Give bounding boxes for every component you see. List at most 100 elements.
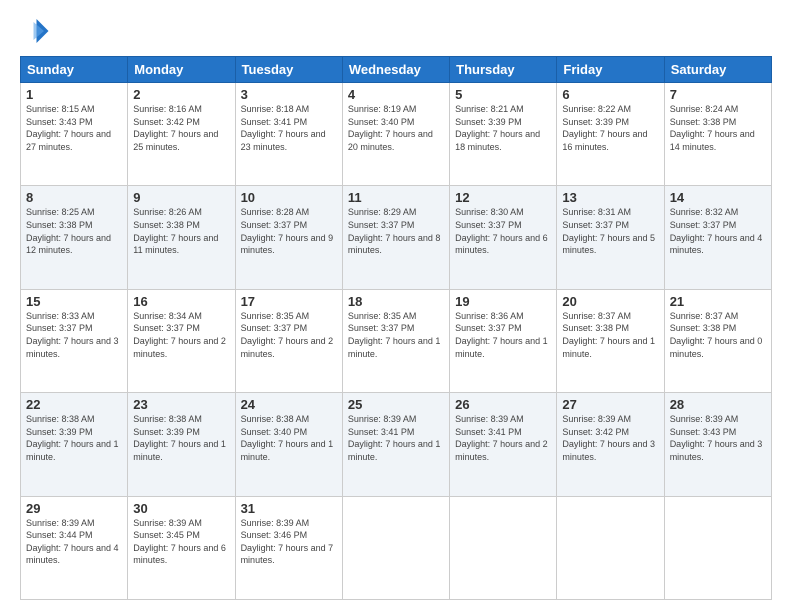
day-number: 26 xyxy=(455,397,551,412)
calendar-cell: 23 Sunrise: 8:38 AMSunset: 3:39 PMDaylig… xyxy=(128,393,235,496)
calendar-cell: 6 Sunrise: 8:22 AMSunset: 3:39 PMDayligh… xyxy=(557,83,664,186)
day-info: Sunrise: 8:35 AMSunset: 3:37 PMDaylight:… xyxy=(348,310,444,360)
day-number: 10 xyxy=(241,190,337,205)
day-info: Sunrise: 8:26 AMSunset: 3:38 PMDaylight:… xyxy=(133,206,229,256)
day-number: 9 xyxy=(133,190,229,205)
day-info: Sunrise: 8:30 AMSunset: 3:37 PMDaylight:… xyxy=(455,206,551,256)
calendar-cell: 7 Sunrise: 8:24 AMSunset: 3:38 PMDayligh… xyxy=(664,83,771,186)
day-number: 13 xyxy=(562,190,658,205)
calendar-cell: 17 Sunrise: 8:35 AMSunset: 3:37 PMDaylig… xyxy=(235,289,342,392)
day-info: Sunrise: 8:33 AMSunset: 3:37 PMDaylight:… xyxy=(26,310,122,360)
day-number: 7 xyxy=(670,87,766,102)
calendar-cell: 29 Sunrise: 8:39 AMSunset: 3:44 PMDaylig… xyxy=(21,496,128,599)
calendar-cell: 27 Sunrise: 8:39 AMSunset: 3:42 PMDaylig… xyxy=(557,393,664,496)
calendar-cell: 11 Sunrise: 8:29 AMSunset: 3:37 PMDaylig… xyxy=(342,186,449,289)
calendar-table: SundayMondayTuesdayWednesdayThursdayFrid… xyxy=(20,56,772,600)
day-number: 31 xyxy=(241,501,337,516)
day-info: Sunrise: 8:38 AMSunset: 3:40 PMDaylight:… xyxy=(241,413,337,463)
calendar-cell: 22 Sunrise: 8:38 AMSunset: 3:39 PMDaylig… xyxy=(21,393,128,496)
day-header-saturday: Saturday xyxy=(664,57,771,83)
calendar-cell xyxy=(450,496,557,599)
day-header-friday: Friday xyxy=(557,57,664,83)
day-info: Sunrise: 8:25 AMSunset: 3:38 PMDaylight:… xyxy=(26,206,122,256)
day-info: Sunrise: 8:18 AMSunset: 3:41 PMDaylight:… xyxy=(241,103,337,153)
calendar-cell: 14 Sunrise: 8:32 AMSunset: 3:37 PMDaylig… xyxy=(664,186,771,289)
day-info: Sunrise: 8:21 AMSunset: 3:39 PMDaylight:… xyxy=(455,103,551,153)
day-number: 2 xyxy=(133,87,229,102)
day-number: 11 xyxy=(348,190,444,205)
day-number: 14 xyxy=(670,190,766,205)
day-number: 22 xyxy=(26,397,122,412)
calendar-cell: 5 Sunrise: 8:21 AMSunset: 3:39 PMDayligh… xyxy=(450,83,557,186)
day-number: 4 xyxy=(348,87,444,102)
day-info: Sunrise: 8:38 AMSunset: 3:39 PMDaylight:… xyxy=(133,413,229,463)
day-number: 21 xyxy=(670,294,766,309)
day-header-thursday: Thursday xyxy=(450,57,557,83)
calendar-cell: 30 Sunrise: 8:39 AMSunset: 3:45 PMDaylig… xyxy=(128,496,235,599)
day-info: Sunrise: 8:39 AMSunset: 3:44 PMDaylight:… xyxy=(26,517,122,567)
calendar-cell: 16 Sunrise: 8:34 AMSunset: 3:37 PMDaylig… xyxy=(128,289,235,392)
day-info: Sunrise: 8:37 AMSunset: 3:38 PMDaylight:… xyxy=(670,310,766,360)
day-header-sunday: Sunday xyxy=(21,57,128,83)
logo xyxy=(20,16,54,46)
calendar-cell: 18 Sunrise: 8:35 AMSunset: 3:37 PMDaylig… xyxy=(342,289,449,392)
day-number: 19 xyxy=(455,294,551,309)
calendar-cell: 9 Sunrise: 8:26 AMSunset: 3:38 PMDayligh… xyxy=(128,186,235,289)
day-info: Sunrise: 8:16 AMSunset: 3:42 PMDaylight:… xyxy=(133,103,229,153)
header xyxy=(20,16,772,46)
calendar-cell: 19 Sunrise: 8:36 AMSunset: 3:37 PMDaylig… xyxy=(450,289,557,392)
day-info: Sunrise: 8:32 AMSunset: 3:37 PMDaylight:… xyxy=(670,206,766,256)
day-info: Sunrise: 8:28 AMSunset: 3:37 PMDaylight:… xyxy=(241,206,337,256)
day-info: Sunrise: 8:22 AMSunset: 3:39 PMDaylight:… xyxy=(562,103,658,153)
day-number: 5 xyxy=(455,87,551,102)
day-info: Sunrise: 8:24 AMSunset: 3:38 PMDaylight:… xyxy=(670,103,766,153)
calendar-cell: 3 Sunrise: 8:18 AMSunset: 3:41 PMDayligh… xyxy=(235,83,342,186)
day-number: 18 xyxy=(348,294,444,309)
calendar-cell: 20 Sunrise: 8:37 AMSunset: 3:38 PMDaylig… xyxy=(557,289,664,392)
day-number: 12 xyxy=(455,190,551,205)
day-info: Sunrise: 8:15 AMSunset: 3:43 PMDaylight:… xyxy=(26,103,122,153)
day-number: 23 xyxy=(133,397,229,412)
day-number: 3 xyxy=(241,87,337,102)
day-info: Sunrise: 8:31 AMSunset: 3:37 PMDaylight:… xyxy=(562,206,658,256)
day-number: 29 xyxy=(26,501,122,516)
day-number: 16 xyxy=(133,294,229,309)
day-number: 17 xyxy=(241,294,337,309)
day-number: 28 xyxy=(670,397,766,412)
day-info: Sunrise: 8:39 AMSunset: 3:41 PMDaylight:… xyxy=(348,413,444,463)
day-number: 8 xyxy=(26,190,122,205)
calendar-week-4: 22 Sunrise: 8:38 AMSunset: 3:39 PMDaylig… xyxy=(21,393,772,496)
calendar-header-row: SundayMondayTuesdayWednesdayThursdayFrid… xyxy=(21,57,772,83)
calendar-week-1: 1 Sunrise: 8:15 AMSunset: 3:43 PMDayligh… xyxy=(21,83,772,186)
calendar-cell: 13 Sunrise: 8:31 AMSunset: 3:37 PMDaylig… xyxy=(557,186,664,289)
calendar-week-3: 15 Sunrise: 8:33 AMSunset: 3:37 PMDaylig… xyxy=(21,289,772,392)
page: SundayMondayTuesdayWednesdayThursdayFrid… xyxy=(0,0,792,612)
calendar-cell: 8 Sunrise: 8:25 AMSunset: 3:38 PMDayligh… xyxy=(21,186,128,289)
day-number: 15 xyxy=(26,294,122,309)
day-info: Sunrise: 8:37 AMSunset: 3:38 PMDaylight:… xyxy=(562,310,658,360)
calendar-cell: 21 Sunrise: 8:37 AMSunset: 3:38 PMDaylig… xyxy=(664,289,771,392)
day-info: Sunrise: 8:19 AMSunset: 3:40 PMDaylight:… xyxy=(348,103,444,153)
calendar-cell xyxy=(557,496,664,599)
day-info: Sunrise: 8:36 AMSunset: 3:37 PMDaylight:… xyxy=(455,310,551,360)
calendar-cell: 12 Sunrise: 8:30 AMSunset: 3:37 PMDaylig… xyxy=(450,186,557,289)
calendar-cell xyxy=(664,496,771,599)
day-number: 20 xyxy=(562,294,658,309)
day-info: Sunrise: 8:34 AMSunset: 3:37 PMDaylight:… xyxy=(133,310,229,360)
calendar-cell: 10 Sunrise: 8:28 AMSunset: 3:37 PMDaylig… xyxy=(235,186,342,289)
day-number: 27 xyxy=(562,397,658,412)
calendar-week-2: 8 Sunrise: 8:25 AMSunset: 3:38 PMDayligh… xyxy=(21,186,772,289)
day-info: Sunrise: 8:29 AMSunset: 3:37 PMDaylight:… xyxy=(348,206,444,256)
day-header-monday: Monday xyxy=(128,57,235,83)
day-info: Sunrise: 8:39 AMSunset: 3:42 PMDaylight:… xyxy=(562,413,658,463)
day-number: 1 xyxy=(26,87,122,102)
day-info: Sunrise: 8:38 AMSunset: 3:39 PMDaylight:… xyxy=(26,413,122,463)
calendar-cell: 26 Sunrise: 8:39 AMSunset: 3:41 PMDaylig… xyxy=(450,393,557,496)
calendar-cell: 25 Sunrise: 8:39 AMSunset: 3:41 PMDaylig… xyxy=(342,393,449,496)
logo-icon xyxy=(20,16,50,46)
day-info: Sunrise: 8:39 AMSunset: 3:45 PMDaylight:… xyxy=(133,517,229,567)
day-number: 25 xyxy=(348,397,444,412)
calendar-week-5: 29 Sunrise: 8:39 AMSunset: 3:44 PMDaylig… xyxy=(21,496,772,599)
day-header-wednesday: Wednesday xyxy=(342,57,449,83)
calendar-cell: 31 Sunrise: 8:39 AMSunset: 3:46 PMDaylig… xyxy=(235,496,342,599)
